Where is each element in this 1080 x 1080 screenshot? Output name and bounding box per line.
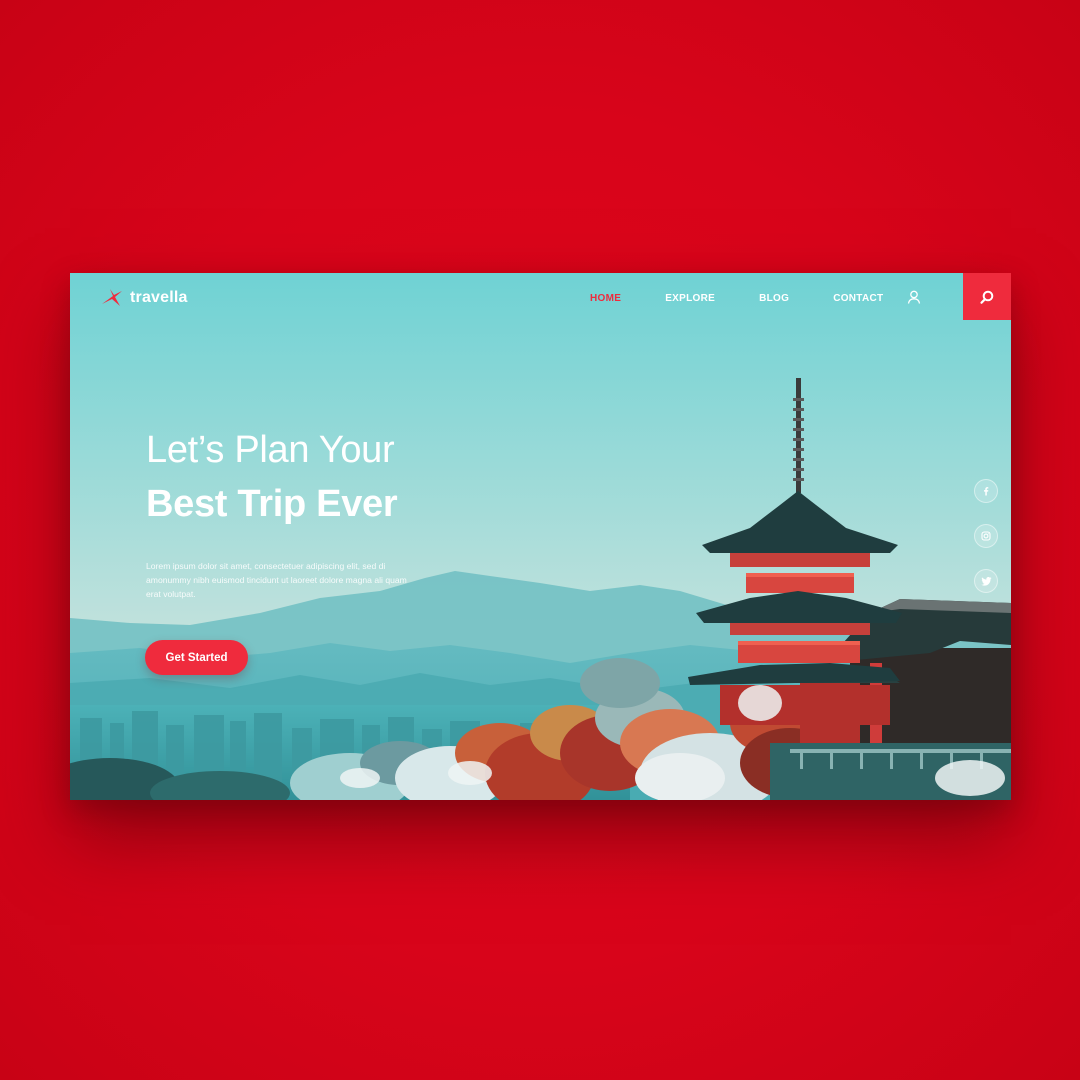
instagram-link[interactable]	[974, 524, 998, 548]
hero-title-line1: Let’s Plan Your	[146, 429, 395, 471]
nav-item-contact[interactable]: CONTACT	[833, 293, 883, 304]
nav-item-explore[interactable]: EXPLORE	[665, 293, 715, 304]
brand-logo[interactable]: travella	[100, 287, 188, 309]
hero-background-image	[70, 273, 1011, 800]
top-navigation: travella HOME EXPLORE BLOG CONTACT	[70, 273, 1011, 321]
instagram-icon	[981, 531, 991, 541]
facebook-icon	[984, 487, 989, 496]
facebook-link[interactable]	[974, 479, 998, 503]
user-account-button[interactable]	[906, 289, 922, 305]
brand-name: travella	[130, 289, 188, 306]
website-mockup: travella HOME EXPLORE BLOG CONTACT Let’s…	[70, 273, 1011, 800]
get-started-button[interactable]: Get Started	[145, 640, 248, 675]
hero-description: Lorem ipsum dolor sit amet, consectetuer…	[146, 561, 407, 599]
user-icon	[907, 290, 921, 304]
twitter-icon	[980, 577, 991, 586]
nav-item-home[interactable]: HOME	[590, 293, 621, 304]
hero-heading: Let’s Plan Your Best Trip Ever	[146, 428, 436, 528]
hero-title-line2: Best Trip Ever	[146, 483, 398, 525]
search-icon	[980, 290, 994, 304]
plane-logo-icon	[102, 289, 122, 306]
search-button[interactable]	[963, 273, 1011, 320]
twitter-link[interactable]	[974, 569, 998, 593]
nav-item-blog[interactable]: BLOG	[759, 293, 789, 304]
main-menu: HOME EXPLORE BLOG CONTACT	[590, 293, 927, 304]
